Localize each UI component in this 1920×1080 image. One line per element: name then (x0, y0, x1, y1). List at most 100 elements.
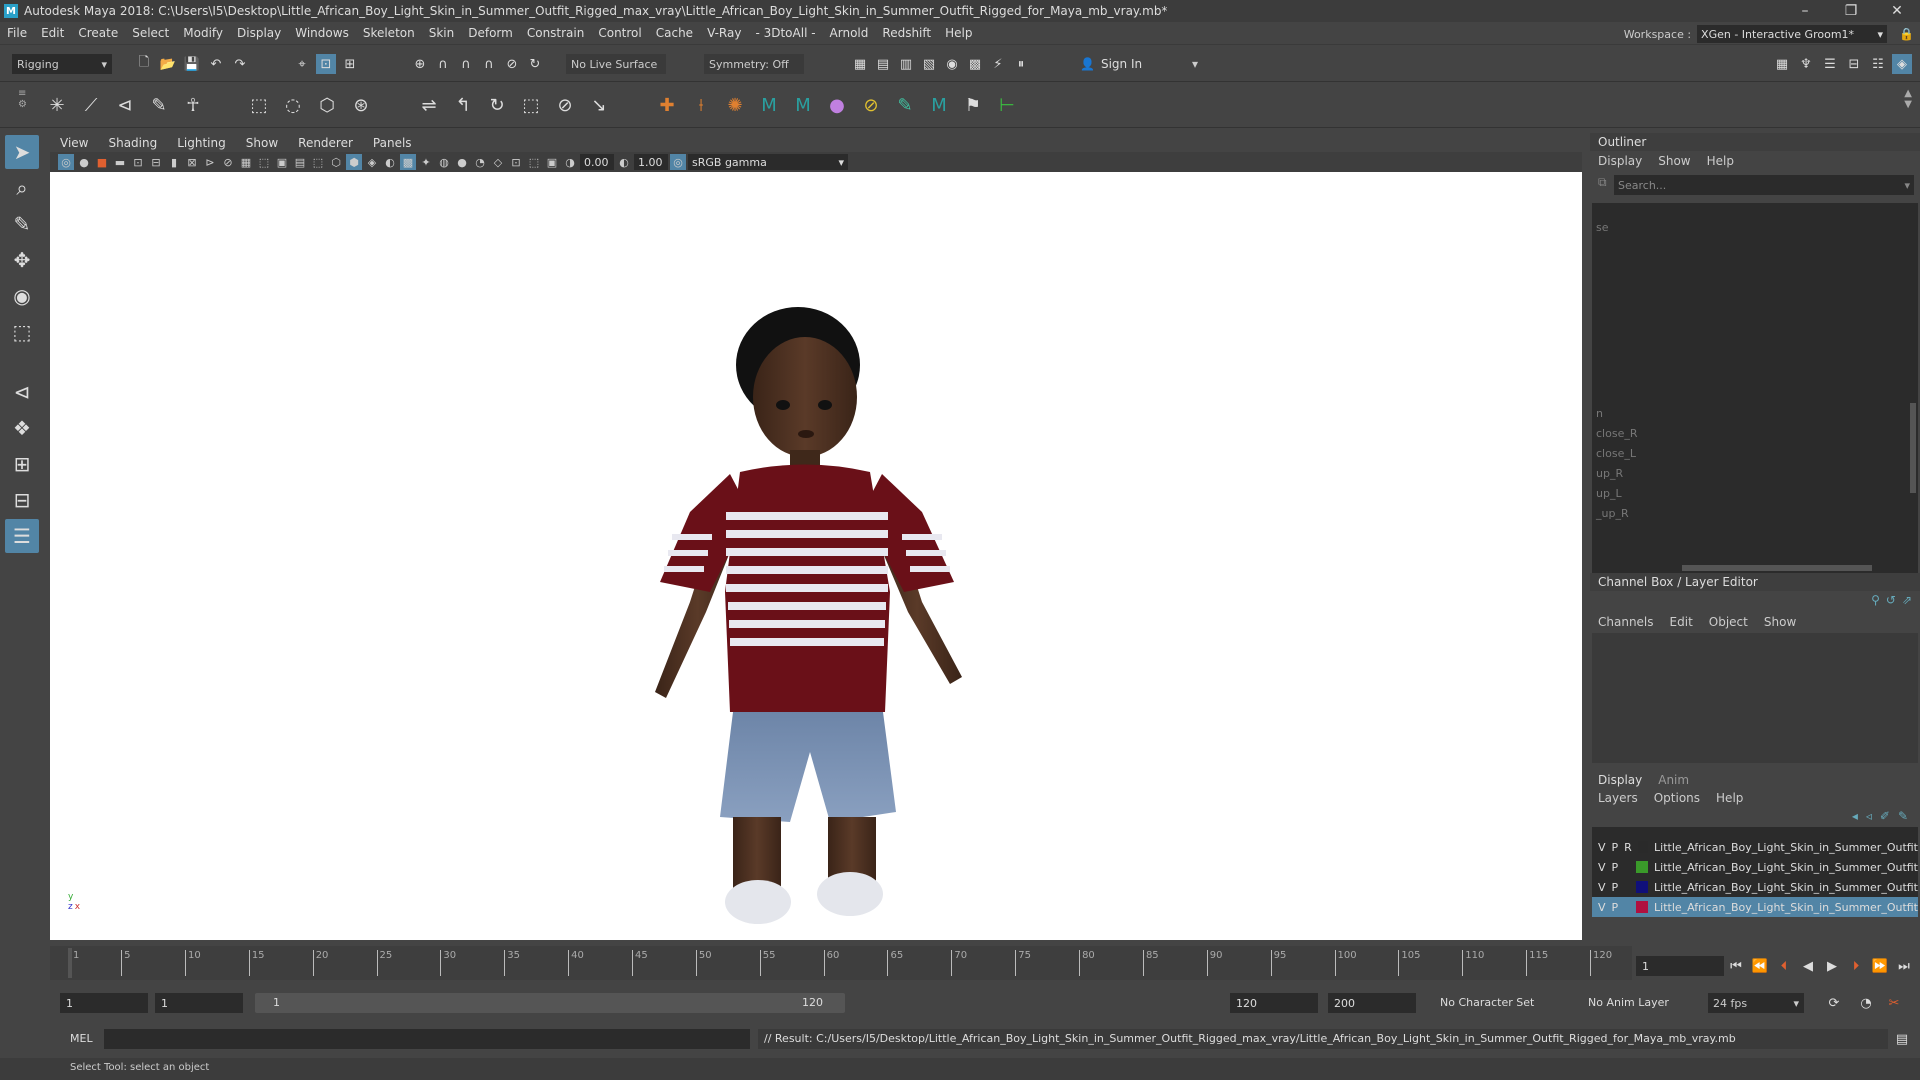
live-surface-field[interactable]: No Live Surface (566, 54, 666, 74)
ik-spline-icon[interactable]: ⊲ (110, 90, 140, 120)
menu-file[interactable]: File (0, 26, 34, 40)
restore-button[interactable]: ❐ (1828, 0, 1874, 22)
fps-dropdown[interactable]: 24 fps ▾ (1708, 993, 1804, 1013)
redo-icon[interactable]: ↷ (230, 54, 250, 74)
channel-box-option-icon[interactable]: ⚲ (1871, 593, 1880, 607)
point-constraint-icon[interactable]: ⇌ (414, 90, 444, 120)
layer-color-swatch[interactable] (1637, 841, 1649, 853)
undo-icon[interactable]: ↶ (206, 54, 226, 74)
soft-select-icon[interactable]: ❖ (5, 411, 39, 445)
depth-of-field-icon[interactable]: ◇ (490, 154, 506, 170)
shelf-menu-icon[interactable]: ≡ ⚙ (18, 88, 28, 122)
tool-settings-icon[interactable]: ⊟ (1844, 54, 1864, 74)
anim-layer-dropdown[interactable]: No Anim Layer (1588, 996, 1669, 1009)
shaded-icon[interactable]: ⬢ (346, 154, 362, 170)
bind-skin-icon[interactable]: ⬚ (244, 90, 274, 120)
playback-end-field[interactable]: 120 (1230, 993, 1318, 1013)
step-forward-frame-icon[interactable]: ⏵ (1846, 956, 1866, 976)
time-slider[interactable]: 1 5 10 15 20 25 30 35 40 45 50 55 60 65 70 75 80 85 90 95 10… (50, 946, 1632, 980)
layer-visibility-toggle[interactable]: V (1598, 901, 1606, 914)
two-view-layout-icon[interactable]: ⊟ (5, 483, 39, 517)
anim-prefs-icon[interactable]: ✂ (1884, 993, 1904, 1013)
lights-icon[interactable]: ◐ (382, 154, 398, 170)
menu-control[interactable]: Control (591, 26, 648, 40)
channel-menu-show[interactable]: Show (1764, 615, 1804, 629)
layer-visibility-toggle[interactable]: V (1598, 881, 1606, 894)
menu-modify[interactable]: Modify (176, 26, 230, 40)
panel-menu-view[interactable]: View (50, 136, 98, 150)
layer-menu-help[interactable]: Help (1716, 791, 1751, 805)
shader-ball-icon[interactable]: ● (822, 90, 852, 120)
select-component-icon[interactable]: ⊞ (340, 54, 360, 74)
layer-name[interactable]: Little_African_Boy_Light_Skin_in_Summer_… (1654, 901, 1918, 914)
go-to-end-icon[interactable]: ⏭ (1894, 956, 1914, 976)
render-history-icon[interactable]: ▦ (850, 54, 870, 74)
layer-playback-toggle[interactable]: P (1612, 881, 1619, 894)
add-measure-icon[interactable]: ⟊ (686, 90, 716, 120)
film-gate-icon[interactable]: ⊡ (130, 154, 146, 170)
orient-constraint-icon[interactable]: ↻ (482, 90, 512, 120)
sign-in-button[interactable]: 👤 Sign In ▾ (1080, 54, 1198, 74)
quick-rig-icon[interactable]: ☥ (178, 90, 208, 120)
channel-menu-object[interactable]: Object (1709, 615, 1756, 629)
new-layer-selected-icon[interactable]: ✎ (1898, 809, 1908, 823)
grid-toggle-icon[interactable]: ▦ (238, 154, 254, 170)
last-tool-icon[interactable]: ⊲ (5, 375, 39, 409)
playback-start-field[interactable]: 1 (155, 993, 243, 1013)
play-forwards-icon[interactable]: ▶ (1822, 956, 1842, 976)
layer-name[interactable]: Little_African_Boy_Light_Skin_in_Summer_… (1654, 861, 1918, 874)
gamma-field[interactable]: 1.00 (634, 154, 668, 170)
channel-box-icon[interactable]: ☷ (1868, 54, 1888, 74)
workspace-dropdown[interactable]: XGen - Interactive Groom1* ▾ (1697, 25, 1888, 43)
snap-point-icon[interactable]: ∩ (456, 54, 476, 74)
character-controls-icon[interactable]: ♆ (1796, 54, 1816, 74)
layer-menu-options[interactable]: Options (1654, 791, 1708, 805)
layer-visibility-toggle[interactable]: V (1598, 841, 1606, 854)
step-back-frame-icon[interactable]: ⏴ (1774, 956, 1794, 976)
color-management-icon[interactable]: ◎ (670, 154, 686, 170)
step-forward-key-icon[interactable]: ⏩ (1870, 956, 1890, 976)
panel-menu-show[interactable]: Show (236, 136, 288, 150)
layer-color-swatch[interactable] (1636, 861, 1649, 873)
bounding-box-icon[interactable]: ⬚ (310, 154, 326, 170)
sun-light-icon[interactable]: ✺ (720, 90, 750, 120)
panel-menu-lighting[interactable]: Lighting (167, 136, 236, 150)
four-view-layout-icon[interactable]: ⊞ (5, 447, 39, 481)
image-plane-icon[interactable]: ▬ (112, 154, 128, 170)
bookmark-icon[interactable]: ■ (94, 154, 110, 170)
parent-constraint-icon[interactable]: ⊘ (550, 90, 580, 120)
field-chart-icon[interactable]: ⊠ (184, 154, 200, 170)
vray-render-icon[interactable]: ⚡ (988, 54, 1008, 74)
layer-color-swatch[interactable] (1636, 901, 1649, 913)
layer-playback-toggle[interactable]: P (1612, 861, 1619, 874)
add-locator-icon[interactable]: ✚ (652, 90, 682, 120)
camera-attributes-icon[interactable]: ● (76, 154, 92, 170)
move-layer-up-icon[interactable]: ◂ (1852, 809, 1858, 823)
align-icon[interactable]: ⊢ (992, 90, 1022, 120)
new-scene-icon[interactable]: 🗋 (134, 54, 154, 74)
display-layer-selected[interactable]: V P Little_African_Boy_Light_Skin_in_Sum… (1592, 897, 1918, 917)
outliner-menu-show[interactable]: Show (1658, 154, 1698, 168)
render-view-icon[interactable]: ▩ (965, 54, 985, 74)
flat-shade-icon[interactable]: ▤ (292, 154, 308, 170)
gate-mask-icon[interactable]: ▮ (166, 154, 182, 170)
menu-deform[interactable]: Deform (461, 26, 520, 40)
exposure-icon[interactable]: ◑ (562, 154, 578, 170)
outliner-item[interactable]: n (1592, 403, 1918, 423)
layer-name[interactable]: Little_African_Boy_Light_Skin_in_Summer_… (1654, 841, 1918, 854)
select-hierarchy-icon[interactable]: ⌖ (292, 54, 312, 74)
paint-weights-icon[interactable]: ✎ (144, 90, 174, 120)
menu-3dtoall[interactable]: - 3DtoAll - (748, 26, 822, 40)
ipr-render-icon[interactable]: ▥ (896, 54, 916, 74)
resolution-gate-icon[interactable]: ⊟ (148, 154, 164, 170)
menu-cache[interactable]: Cache (649, 26, 700, 40)
outliner-item[interactable]: close_L (1592, 443, 1918, 463)
animation-end-field[interactable]: 200 (1328, 993, 1416, 1013)
script-language-toggle[interactable]: MEL (70, 1032, 93, 1045)
hypershade-icon[interactable]: ◉ (942, 54, 962, 74)
exposure-field[interactable]: 0.00 (580, 154, 614, 170)
smooth-bind-icon[interactable]: ◌ (278, 90, 308, 120)
outliner-menu-display[interactable]: Display (1598, 154, 1650, 168)
outliner-item[interactable]: up_R (1592, 463, 1918, 483)
menu-redshift[interactable]: Redshift (875, 26, 938, 40)
